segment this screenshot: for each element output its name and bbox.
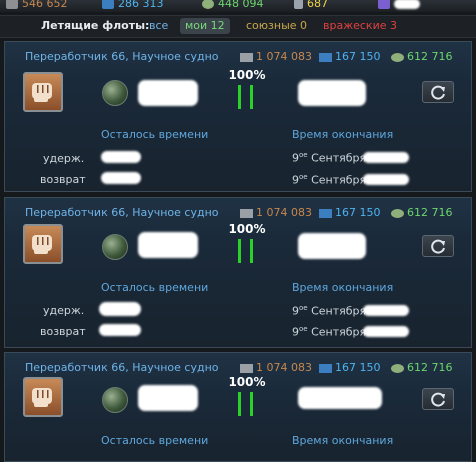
fleet-crystal: 167 150 [319,50,381,63]
redacted-target [298,387,382,409]
mission-icon [23,224,63,264]
gas-resource: 448 094 [202,0,264,12]
fleet-filter-label: Летящие флоты: [41,19,150,32]
tab-my-fleets[interactable]: мои 12 [180,18,230,34]
crystal-icon [319,208,332,218]
tab-enemy-fleets[interactable]: вражеские 3 [318,18,402,34]
redacted-return-end-time [363,326,409,337]
end-time-label: Время окончания [292,434,394,447]
metal-icon [6,0,18,9]
return-end-date: 9ое Сентября [292,173,367,187]
progress-percent: 100% [228,375,266,389]
redacted-coordinates [138,80,198,106]
fleet-metal: 1 074 083 [240,206,312,219]
crystal-icon [319,52,332,62]
return-end-date: 9ое Сентября [292,325,367,339]
refresh-icon [431,85,445,100]
progress-bar [238,239,258,263]
progress-percent: 100% [228,222,266,236]
redacted-return-time [99,324,141,336]
metal-resource: 546 652 [6,0,68,12]
return-fleet-button[interactable] [422,235,454,257]
fleet-crystal: 167 150 [319,206,381,219]
planet-icon [102,234,128,260]
return-label: возврат [40,173,86,186]
remaining-time-label: Осталось времени [101,281,209,294]
end-time-label: Время окончания [292,281,394,294]
energy-resource: 687 [294,0,328,12]
fleet-gas: 612 716 [391,50,453,63]
fleet-title[interactable]: Переработчик 66, Научное судно 3, Ис [25,50,221,63]
metal-icon [240,52,253,62]
return-label: возврат [40,325,86,338]
remaining-time-label: Осталось времени [101,434,209,447]
progress-percent: 100% [228,68,266,82]
refresh-icon [431,239,445,254]
redacted-coordinates [138,385,198,411]
gas-icon [202,0,214,9]
energy-icon [294,0,303,9]
metal-icon [240,208,253,218]
fleet-metal: 1 074 083 [240,50,312,63]
crystal-icon [102,0,114,9]
hold-end-date: 9ое Сентября [292,304,367,318]
redacted-coordinates [138,232,198,258]
fleet-gas: 612 716 [391,206,453,219]
gas-icon [391,52,404,62]
fleet-card: Переработчик 66, Научное судно 3, Ис 1 0… [4,197,472,348]
redacted-hold-time [101,151,141,163]
remaining-time-label: Осталось времени [101,128,209,141]
dark-matter-icon [378,0,390,9]
redacted-hold-end-time [363,152,409,163]
crystal-resource: 286 313 [102,0,164,12]
progress-bar [238,392,258,416]
gas-icon [391,208,404,218]
resources-bar: 546 652 286 313 448 094 687 [0,0,476,12]
mission-icon [23,72,63,112]
refresh-icon [431,392,445,407]
end-time-label: Время окончания [292,128,394,141]
gas-icon [391,363,404,373]
fleet-card: Переработчик 66, Научное судно 3, Ис 1 0… [4,352,472,462]
redacted-target [298,80,366,106]
hold-end-date: 9ое Сентября [292,151,367,165]
fleet-title[interactable]: Переработчик 66, Научное судно 3, Ис [25,206,221,219]
metal-icon [240,363,253,373]
hold-label: удерж. [43,304,85,317]
hold-label: удерж. [43,152,85,165]
fleet-card: Переработчик 66, Научное судно 3, Ис 1 0… [4,41,472,192]
redacted-hold-end-time [363,305,409,316]
fleet-gas: 612 716 [391,361,453,374]
tab-all-fleets[interactable]: все [144,18,173,34]
fleet-crystal: 167 150 [319,361,381,374]
progress-bar [238,85,258,109]
fleet-metal: 1 074 083 [240,361,312,374]
planet-icon [102,80,128,106]
planet-icon [102,387,128,413]
redacted-return-time [101,172,141,184]
redacted-hold-time [99,302,141,316]
dark-matter-resource [378,0,420,12]
mission-icon [23,377,63,417]
crystal-icon [319,363,332,373]
redacted-target [298,233,366,259]
return-fleet-button[interactable] [422,81,454,103]
fleet-filter-bar: Летящие флоты: все мои 12 союзные 0 враж… [0,15,476,38]
return-fleet-button[interactable] [422,388,454,410]
redacted-return-end-time [363,174,409,185]
fleet-title[interactable]: Переработчик 66, Научное судно 3, Ис [25,361,221,374]
tab-allied-fleets[interactable]: союзные 0 [241,18,312,34]
